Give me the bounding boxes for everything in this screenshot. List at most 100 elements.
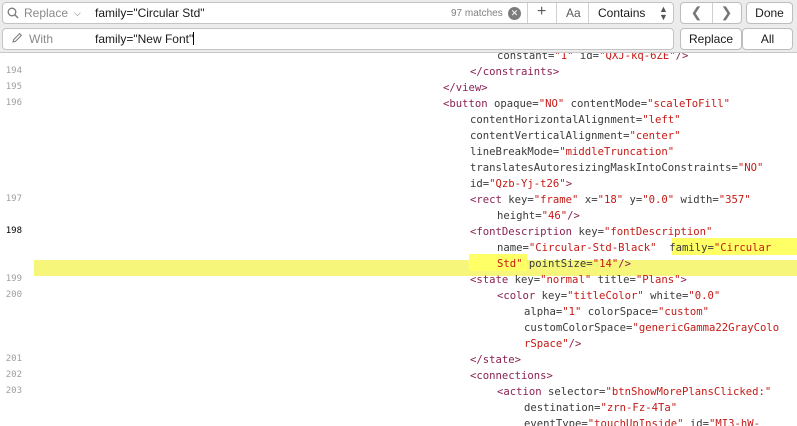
match-case-button[interactable]: Aa xyxy=(566,6,581,20)
chevron-down-icon: ⌵ xyxy=(74,7,81,18)
code-token: <fontDescription xyxy=(470,226,573,238)
code-line: 194 </constraints> xyxy=(0,64,797,80)
code-token: "normal" xyxy=(540,274,592,286)
code-token: > xyxy=(680,274,687,286)
code-line: rSpace"/> xyxy=(0,336,797,352)
code-token: rSpace" xyxy=(524,338,569,350)
code-token: name= xyxy=(497,242,529,254)
code-token: </view> xyxy=(443,82,488,94)
divider xyxy=(588,3,589,23)
code-token: constant= xyxy=(497,53,555,62)
next-match-button[interactable]: ❯ xyxy=(712,3,741,23)
code-token: key= xyxy=(501,194,534,206)
code-text: translatesAutoresizingMaskIntoConstraint… xyxy=(470,160,763,176)
code-token: /> xyxy=(618,258,631,270)
find-mode-label: Replace xyxy=(24,6,69,20)
code-token: width= xyxy=(674,194,719,206)
code-token: "QXJ-kq-6ZE" xyxy=(599,53,676,62)
code-token: "NO" xyxy=(737,162,764,174)
code-line: 197 <rect key="frame" x="18" y="0.0" widt… xyxy=(0,192,797,208)
code-token: "fontDescription" xyxy=(603,226,713,238)
code-token: "Plans" xyxy=(635,274,681,286)
code-token: id= xyxy=(470,178,490,190)
done-button[interactable]: Done xyxy=(746,2,793,24)
clear-search-icon[interactable]: ✕ xyxy=(508,7,521,20)
code-text: <fontDescription key="fontDescription" xyxy=(470,224,712,240)
code-token: key= xyxy=(535,290,568,302)
code-text: contentVerticalAlignment="center" xyxy=(470,128,680,144)
code-text: rSpace"/> xyxy=(524,336,581,352)
code-text: <color key="titleColor" white="0.0" xyxy=(497,288,720,304)
code-editor[interactable]: constant="1" id="QXJ-kq-6ZE"/> 194 </const… xyxy=(0,53,797,426)
code-text: </state> xyxy=(470,352,521,368)
code-text: name="Circular-Std-Black" family="Circul… xyxy=(497,240,771,256)
code-line: eventType="touchUpInside" id="MI3-hW- xyxy=(0,416,797,426)
code-token: contentHorizontalAlignment= xyxy=(470,114,643,126)
code-token: /> xyxy=(567,210,580,222)
code-token: Std" xyxy=(497,258,523,270)
code-token: pointSize= xyxy=(522,258,593,270)
code-text: <connections> xyxy=(470,368,553,384)
replace-button[interactable]: Replace xyxy=(680,28,742,50)
code-text: eventType="touchUpInside" id="MI3-hW- xyxy=(524,416,760,426)
replace-input[interactable]: family="New Font" xyxy=(95,32,195,46)
code-line: contentVerticalAlignment="center" xyxy=(0,128,797,144)
code-line: constant="1" id="QXJ-kq-6ZE"/> xyxy=(0,53,797,64)
code-token: </constraints> xyxy=(470,66,560,78)
code-text: id="Qzb-Yj-t26"> xyxy=(470,176,572,192)
code-token: <color xyxy=(497,290,536,302)
code-text: Std" pointSize="14"/> xyxy=(497,256,631,272)
code-token: lineBreakMode= xyxy=(470,146,560,158)
code-token: x= xyxy=(578,194,598,206)
match-count: 97 matches xyxy=(451,8,503,19)
line-number: 199 xyxy=(5,274,22,284)
code-token: "1" xyxy=(562,306,582,318)
code-token: "scaleToFill" xyxy=(647,98,731,110)
code-token: "1" xyxy=(554,53,574,62)
code-line: contentHorizontalAlignment="left" xyxy=(0,112,797,128)
code-line: lineBreakMode="middleTruncation" xyxy=(0,144,797,160)
code-line: 202 <connections> xyxy=(0,368,797,384)
code-token: key= xyxy=(572,226,604,238)
code-token: <rect xyxy=(470,194,502,206)
add-pattern-icon[interactable]: + xyxy=(537,3,546,21)
code-token: "Circular xyxy=(713,242,772,254)
code-line: 196 <button opaque="NO" contentMode="scal… xyxy=(0,96,797,112)
code-line: 203 <action selector="btnShowMorePlansCli… xyxy=(0,384,797,400)
code-token: <state xyxy=(470,274,509,286)
code-token: "frame" xyxy=(533,194,579,206)
replace-all-button[interactable]: All xyxy=(742,28,793,50)
code-token: family= xyxy=(669,242,714,254)
divider xyxy=(556,3,557,23)
match-navigation: ❮ ❯ xyxy=(680,2,742,24)
code-token: "btnShowMorePlansClicked:" xyxy=(605,386,772,398)
code-token: "middleTruncation" xyxy=(559,146,675,158)
code-token: "Qzb-Yj-t26" xyxy=(489,178,566,190)
code-line: 199 <state key="normal" title="Plans"> xyxy=(0,272,797,288)
code-token: "18" xyxy=(597,194,624,206)
code-token: "center" xyxy=(629,130,681,142)
code-token: "left" xyxy=(642,114,681,126)
code-text: <rect key="frame" x="18" y="0.0" width="… xyxy=(470,192,751,208)
code-token: title= xyxy=(591,274,636,286)
find-replace-bar: Replace ⌵ family="Circular Std" 97 match… xyxy=(0,0,797,53)
code-token: height= xyxy=(497,210,542,222)
code-token: "titleColor" xyxy=(567,290,644,302)
code-token: customColorSpace= xyxy=(524,322,633,334)
find-field[interactable]: Replace ⌵ family="Circular Std" 97 match… xyxy=(2,2,674,24)
code-token: "NO" xyxy=(538,98,565,110)
previous-match-button[interactable]: ❮ xyxy=(681,3,713,23)
find-input[interactable]: family="Circular Std" xyxy=(95,6,205,20)
line-number: 198 xyxy=(5,226,22,236)
code-token: y= xyxy=(623,194,643,206)
code-line: destination="zrn-Fz-4Ta" xyxy=(0,400,797,416)
code-text: </view> xyxy=(443,80,488,96)
replace-field[interactable]: With family="New Font" xyxy=(2,28,674,50)
code-token: <action xyxy=(497,386,542,398)
code-token: contentVerticalAlignment= xyxy=(470,130,630,142)
match-style-select[interactable]: Contains xyxy=(598,6,645,20)
find-mode-menu[interactable]: Replace ⌵ xyxy=(7,5,81,21)
code-token: "MI3-hW- xyxy=(708,418,760,426)
replace-label: With xyxy=(29,32,53,46)
code-text: constant="1" id="QXJ-kq-6ZE"/> xyxy=(497,53,688,64)
